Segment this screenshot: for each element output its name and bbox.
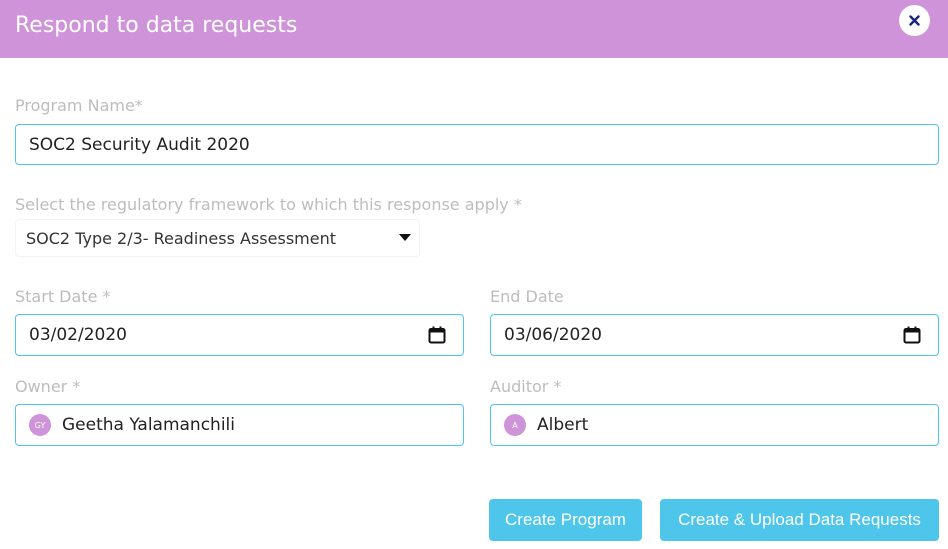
dialog-header: Respond to data requests [0,0,948,58]
auditor-name: Albert [537,415,589,435]
owner-name: Geetha Yalamanchili [62,415,235,435]
caret-down-icon [399,234,411,242]
dialog-title: Respond to data requests [15,13,298,38]
start-date-label: Start Date * [15,287,111,306]
framework-select[interactable]: SOC2 Type 2/3- Readiness Assessment [15,219,420,257]
start-date-input[interactable]: 03/02/2020 [15,314,464,356]
owner-input[interactable]: GY Geetha Yalamanchili [15,404,464,446]
program-name-label: Program Name* [15,96,143,115]
end-date-label: End Date [490,287,564,306]
owner-label: Owner * [15,377,81,396]
calendar-icon[interactable] [903,326,921,344]
end-date-value: 03/06/2020 [504,325,602,345]
create-upload-data-requests-button[interactable]: Create & Upload Data Requests [660,499,939,541]
program-name-input[interactable]: SOC2 Security Audit 2020 [15,124,939,165]
program-name-value: SOC2 Security Audit 2020 [29,134,250,155]
auditor-input[interactable]: A Albert [490,404,939,446]
auditor-avatar: A [504,414,526,436]
close-button[interactable] [899,5,930,36]
end-date-input[interactable]: 03/06/2020 [490,314,939,356]
create-program-button[interactable]: Create Program [489,499,642,541]
auditor-label: Auditor * [490,377,562,396]
start-date-value: 03/02/2020 [29,325,127,345]
framework-selected-value: SOC2 Type 2/3- Readiness Assessment [26,228,336,248]
calendar-icon[interactable] [428,326,446,344]
close-icon [909,15,920,26]
framework-label: Select the regulatory framework to which… [15,195,522,214]
owner-avatar: GY [29,414,51,436]
